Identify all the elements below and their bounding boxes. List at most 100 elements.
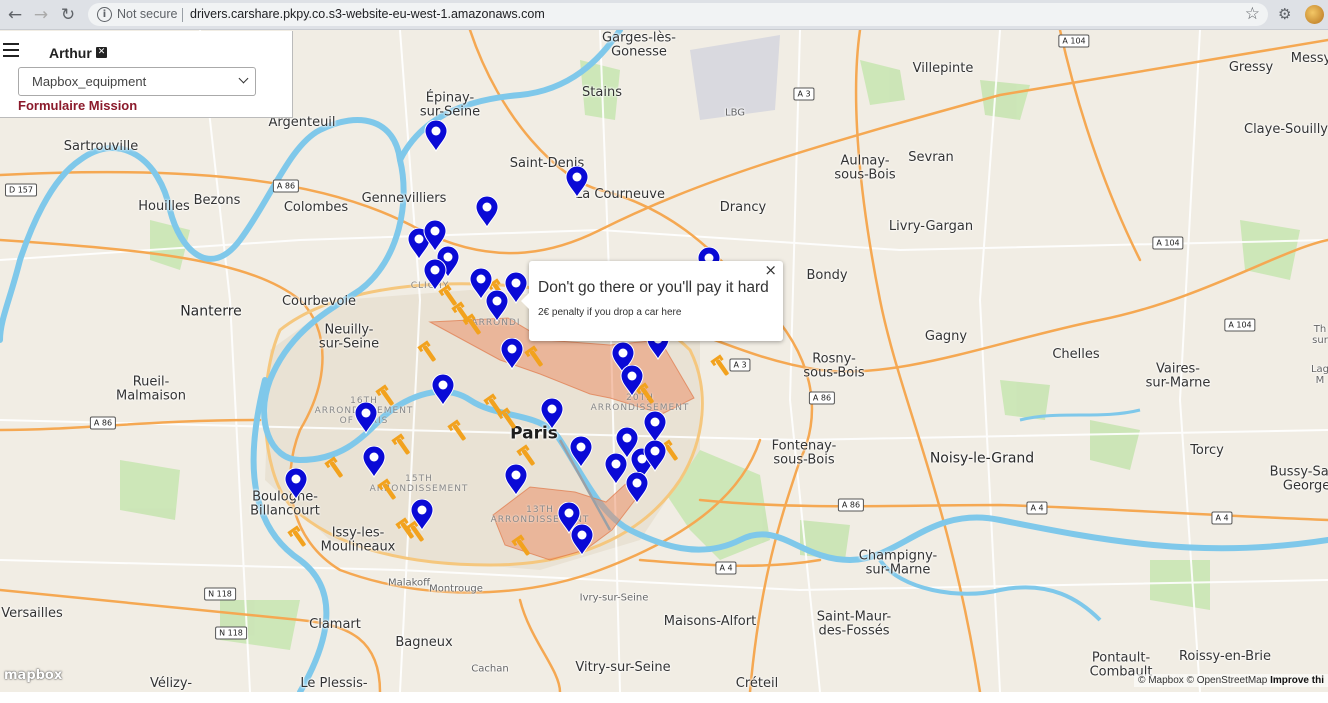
improve-map-link[interactable]: Improve thi: [1270, 675, 1324, 686]
car-location-marker-icon[interactable]: [503, 463, 529, 497]
car-location-marker-icon[interactable]: [430, 373, 456, 407]
info-icon[interactable]: i: [97, 7, 112, 22]
car-location-marker-icon[interactable]: [474, 195, 500, 229]
place-label: Neuilly-sur-Seine: [318, 322, 380, 352]
place-label: Issy-les- Moulineaux: [320, 525, 396, 555]
place-label: Nanterre: [180, 303, 242, 320]
url-text[interactable]: drivers.carshare.pkpy.co.s3-website-eu-w…: [190, 7, 545, 21]
place-label: Chelles: [1052, 346, 1100, 362]
car-location-marker-icon[interactable]: [484, 289, 510, 323]
place-label: Rueil- Malmaison: [115, 374, 187, 404]
wrench-icon[interactable]: [389, 432, 415, 458]
map-style-select[interactable]: Mapbox_equipment: [18, 67, 256, 96]
car-location-marker-icon[interactable]: [642, 410, 668, 444]
place-label: Maisons-Alfort: [663, 613, 757, 629]
wrench-icon[interactable]: [509, 533, 535, 559]
place-label: Vaires-sur-Marne: [1145, 361, 1211, 391]
logout-close-icon[interactable]: ✕: [96, 47, 107, 58]
place-label: Sartrouville: [63, 138, 139, 154]
car-location-marker-icon[interactable]: [568, 435, 594, 469]
car-location-marker-icon[interactable]: [499, 337, 525, 371]
popup-title: Don't go there or you'll pay it hard: [538, 279, 769, 296]
wrench-icon[interactable]: [285, 524, 311, 550]
place-label: Gagny: [924, 328, 968, 344]
car-location-marker-icon[interactable]: [539, 397, 565, 431]
map-canvas[interactable]: Nanterre Paris Noisy-le-Grand Garges-lès- Go…: [0, 30, 1328, 692]
car-location-marker-icon[interactable]: [361, 445, 387, 479]
place-label: Sevran: [908, 149, 954, 165]
place-label: Courbevoie: [281, 293, 357, 309]
page-bottom-strip: [0, 692, 1328, 703]
place-label: Épinay-sur-Seine: [419, 90, 481, 120]
bookmark-star-icon[interactable]: ☆: [1245, 4, 1260, 24]
road-shield: N 118: [215, 626, 247, 640]
road-shield: A 4: [1211, 511, 1233, 525]
place-label: Saint-Maur-des-Fossés: [816, 609, 892, 639]
place-label: Cachan: [471, 663, 509, 675]
forward-icon[interactable]: →: [31, 5, 51, 25]
menu-hamburger-icon[interactable]: [3, 43, 19, 57]
place-label: Versailles: [1, 605, 63, 621]
chevron-down-icon: [238, 73, 249, 84]
car-location-marker-icon[interactable]: [409, 498, 435, 532]
car-location-marker-icon[interactable]: [353, 401, 379, 435]
car-location-marker-icon[interactable]: [422, 258, 448, 292]
extensions-puzzle-icon[interactable]: ⚙: [1278, 5, 1291, 23]
place-label: LBG: [724, 107, 746, 119]
place-label: Montrouge: [429, 583, 483, 595]
place-label: Livry-Gargan: [888, 218, 974, 234]
place-label: Le Plessis-: [300, 675, 368, 691]
place-label: Ivry-sur-Seine: [579, 592, 649, 604]
place-label: Aulnay-sous-Bois: [834, 153, 896, 183]
place-label: Champigny-sur-Marne: [858, 548, 938, 578]
mission-form-link[interactable]: Formulaire Mission: [18, 98, 137, 113]
place-label: Messy: [1290, 50, 1328, 66]
car-location-marker-icon[interactable]: [423, 119, 449, 153]
reload-icon[interactable]: ↻: [58, 5, 78, 25]
wrench-icon[interactable]: [495, 406, 521, 432]
place-label: Roissy-en-Brie: [1178, 648, 1272, 664]
map-base-layer: [0, 30, 1328, 692]
place-label: Rosny-sous-Bois: [803, 351, 865, 381]
profile-avatar-icon[interactable]: [1305, 5, 1324, 24]
attribution-text[interactable]: © Mapbox © OpenStreetMap: [1138, 675, 1267, 686]
place-label: Vélizy-: [149, 675, 193, 691]
browser-toolbar: ← → ↻ i Not secure drivers.carshare.pkpy…: [0, 0, 1328, 30]
car-location-marker-icon[interactable]: [564, 165, 590, 199]
popup-text: 2€ penalty if you drop a car here: [538, 307, 682, 318]
road-shield: A 104: [1224, 318, 1256, 332]
place-label: Villepinte: [912, 60, 974, 76]
user-name: Arthur: [49, 45, 92, 61]
road-shield: A 4: [1026, 501, 1048, 515]
place-label: Gressy: [1228, 59, 1274, 75]
place-label: Th sur: [1312, 324, 1328, 346]
car-location-marker-icon[interactable]: [624, 471, 650, 505]
wrench-icon[interactable]: [445, 418, 471, 444]
wrench-icon[interactable]: [322, 455, 348, 481]
not-secure-label: Not secure: [117, 7, 178, 21]
road-shield: A 86: [837, 498, 865, 512]
address-bar[interactable]: i Not secure drivers.carshare.pkpy.co.s3…: [88, 3, 1268, 26]
road-shield: D 157: [5, 183, 37, 197]
car-location-marker-icon[interactable]: [283, 467, 309, 501]
place-label: Créteil: [735, 675, 779, 691]
place-label: Vitry-sur-Seine: [575, 659, 671, 675]
wrench-icon[interactable]: [460, 312, 486, 338]
place-label: Houilles: [138, 198, 190, 214]
wrench-icon[interactable]: [375, 477, 401, 503]
wrench-icon[interactable]: [415, 339, 441, 365]
map-attribution: © Mapbox © OpenStreetMap Improve thi: [1134, 674, 1328, 687]
road-shield: A 86: [89, 416, 117, 430]
car-location-marker-icon[interactable]: [642, 439, 668, 473]
road-shield: A 86: [808, 391, 836, 405]
road-shield: A 104: [1058, 34, 1090, 48]
car-location-marker-icon[interactable]: [569, 523, 595, 557]
mapbox-logo[interactable]: mapbox: [4, 668, 62, 683]
place-label: Noisy-le-Grand: [929, 450, 1035, 467]
wrench-icon[interactable]: [522, 344, 548, 370]
popup-close-button[interactable]: ×: [764, 263, 777, 278]
back-icon[interactable]: ←: [5, 5, 25, 25]
place-label: Claye-Souilly: [1243, 121, 1328, 137]
car-location-marker-icon[interactable]: [619, 364, 645, 398]
wrench-icon[interactable]: [708, 353, 734, 379]
